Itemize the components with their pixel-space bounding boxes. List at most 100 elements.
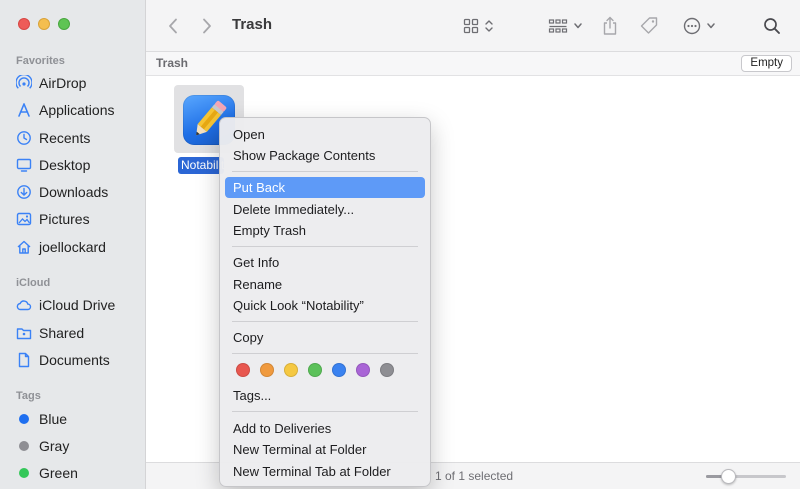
menu-item-copy[interactable]: Copy: [225, 327, 425, 348]
sidebar-heading-tags: Tags: [16, 390, 41, 402]
sidebar-item-label: Recents: [39, 130, 91, 146]
sidebar-heading-icloud: iCloud: [16, 277, 51, 289]
sidebar-item-shared[interactable]: Shared: [16, 322, 138, 344]
sidebar-heading-favorites: Favorites: [16, 55, 65, 67]
more-actions-button[interactable]: [680, 14, 718, 38]
sidebar-item-recents[interactable]: Recents: [16, 127, 138, 149]
menu-separator: [232, 171, 418, 172]
sidebar-item-label: Downloads: [39, 184, 109, 200]
tag-color-dot: [19, 441, 29, 451]
group-by-button[interactable]: [546, 14, 584, 38]
menu-item-empty-trash[interactable]: Empty Trash: [225, 220, 425, 241]
sidebar-item-documents[interactable]: Documents: [16, 349, 138, 371]
menu-item-get-info[interactable]: Get Info: [225, 252, 425, 273]
chevron-right-icon: [203, 18, 211, 34]
empty-trash-button[interactable]: Empty: [741, 55, 792, 72]
view-mode-button[interactable]: [458, 14, 498, 38]
sidebar-item-airdrop[interactable]: AirDrop: [16, 72, 138, 94]
close-window-button[interactable]: [18, 18, 30, 30]
menu-item-show-package-contents[interactable]: Show Package Contents: [225, 145, 425, 166]
sidebar-item-label: Gray: [39, 438, 70, 454]
sidebar-item-label: Documents: [39, 352, 110, 368]
finder-window: Favorites AirDrop Applications Recents D…: [0, 0, 800, 489]
tag-color-red[interactable]: [236, 363, 250, 377]
tag-icon: [640, 17, 658, 34]
recents-icon: [16, 130, 32, 146]
menu-separator: [232, 246, 418, 247]
menu-separator: [232, 353, 418, 354]
zoom-window-button[interactable]: [58, 18, 70, 30]
menu-item-rename[interactable]: Rename: [225, 274, 425, 295]
back-button[interactable]: [164, 14, 182, 38]
menu-item-tags[interactable]: Tags...: [225, 385, 425, 406]
sidebar-item-label: Green: [39, 465, 78, 481]
sidebar-item-pictures[interactable]: Pictures: [16, 208, 138, 230]
sidebar-tag-green[interactable]: Green: [16, 462, 138, 484]
search-icon: [764, 18, 780, 34]
document-icon: [16, 352, 32, 368]
chevron-left-icon: [169, 18, 177, 34]
share-icon: [603, 16, 617, 35]
sidebar-item-label: Applications: [39, 102, 115, 118]
icon-size-slider[interactable]: [706, 469, 786, 484]
sidebar-item-label: Blue: [39, 411, 68, 427]
sidebar-item-downloads[interactable]: Downloads: [16, 181, 138, 203]
sidebar-tag-gray[interactable]: Gray: [16, 435, 138, 457]
ellipsis-circle-icon: [683, 17, 700, 35]
path-bar: Trash Empty: [146, 52, 800, 76]
sidebar-item-label: AirDrop: [39, 75, 87, 91]
tag-color-yellow[interactable]: [284, 363, 298, 377]
sidebar-item-icloud-drive[interactable]: iCloud Drive: [16, 294, 138, 316]
menu-item-new-terminal-at-folder[interactable]: New Terminal at Folder: [225, 439, 425, 460]
window-controls: [18, 18, 70, 30]
minimize-window-button[interactable]: [38, 18, 50, 30]
group-icon: [548, 19, 567, 33]
tag-color-purple[interactable]: [356, 363, 370, 377]
menu-item-quick-look[interactable]: Quick Look “Notability”: [225, 295, 425, 316]
tag-color-green[interactable]: [308, 363, 322, 377]
chevron-down-icon: [706, 23, 715, 29]
chevron-updown-icon: [484, 20, 493, 32]
tag-color-orange[interactable]: [260, 363, 274, 377]
tag-color-dot: [19, 468, 29, 478]
cloud-icon: [16, 297, 32, 313]
file-name-label[interactable]: Notability: [178, 157, 224, 174]
sidebar: Favorites AirDrop Applications Recents D…: [0, 0, 146, 489]
applications-icon: [16, 102, 32, 118]
menu-item-open[interactable]: Open: [225, 124, 425, 145]
icon-size-slider-knob[interactable]: [720, 469, 736, 484]
desktop-icon: [16, 157, 32, 173]
airdrop-icon: [16, 75, 32, 91]
sidebar-tag-blue[interactable]: Blue: [16, 408, 138, 430]
menu-item-new-terminal-tab-at-folder[interactable]: New Terminal Tab at Folder: [225, 461, 425, 482]
sidebar-item-label: iCloud Drive: [39, 297, 116, 313]
downloads-icon: [16, 184, 32, 200]
shared-folder-icon: [16, 325, 32, 341]
sidebar-item-home[interactable]: joellockard: [16, 236, 138, 258]
menu-item-add-to-deliveries[interactable]: Add to Deliveries: [225, 418, 425, 439]
tag-color-dot: [19, 414, 29, 424]
search-button[interactable]: [762, 14, 782, 38]
tag-color-gray[interactable]: [380, 363, 394, 377]
share-button[interactable]: [600, 14, 620, 38]
sidebar-item-label: Pictures: [39, 211, 90, 227]
sidebar-item-applications[interactable]: Applications: [16, 99, 138, 121]
forward-button[interactable]: [198, 14, 216, 38]
menu-separator: [232, 321, 418, 322]
sidebar-item-desktop[interactable]: Desktop: [16, 154, 138, 176]
menu-item-delete-immediately[interactable]: Delete Immediately...: [225, 199, 425, 220]
toolbar: Trash: [146, 0, 800, 52]
tag-color-blue[interactable]: [332, 363, 346, 377]
chevron-down-icon: [573, 23, 582, 29]
tag-color-picker: [236, 363, 394, 377]
sidebar-item-label: joellockard: [39, 239, 106, 255]
menu-item-put-back[interactable]: Put Back: [225, 177, 425, 198]
sidebar-item-label: Desktop: [39, 157, 91, 173]
tag-button[interactable]: [638, 14, 660, 38]
menu-separator: [232, 411, 418, 412]
home-icon: [16, 239, 32, 255]
icon-grid-icon: [463, 18, 478, 34]
selection-status: 1 of 1 selected: [435, 469, 514, 483]
context-menu: Open Show Package Contents Put Back Dele…: [219, 117, 431, 487]
pictures-icon: [16, 211, 32, 227]
